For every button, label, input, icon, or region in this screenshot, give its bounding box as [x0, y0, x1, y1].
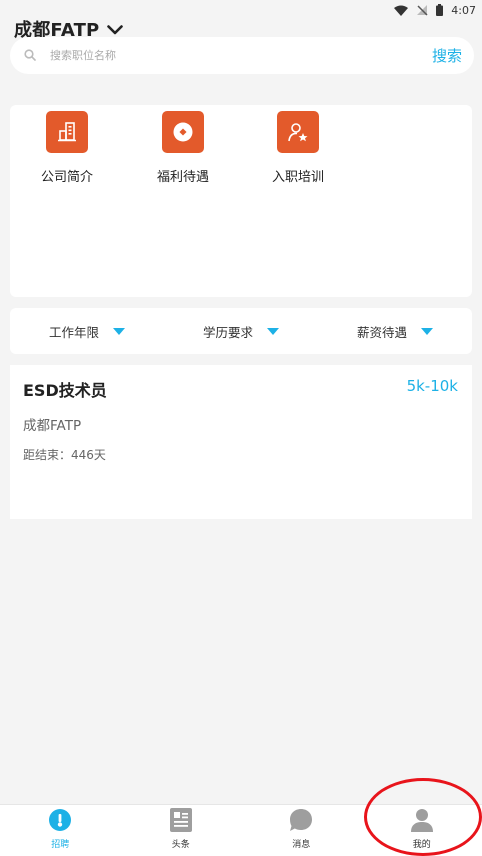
category-label: 入职培训 — [271, 170, 324, 185]
recruit-icon — [49, 808, 72, 832]
category-company-intro[interactable]: 公司简介 — [27, 111, 107, 185]
job-location: 成都FATP — [23, 418, 82, 434]
news-icon — [169, 808, 192, 832]
category-onboarding-training[interactable]: 入职培训 — [258, 111, 338, 185]
filter-bar: 工作年限 学历要求 薪资待遇 — [10, 308, 472, 354]
category-benefits[interactable]: 福利待遇 — [143, 111, 223, 185]
battery-icon — [436, 4, 444, 16]
filter-salary[interactable]: 薪资待遇 — [318, 322, 472, 341]
category-card: 公司简介 福利待遇 入职培训 — [10, 105, 472, 297]
profile-icon — [410, 808, 434, 832]
filter-label: 工作年限 — [48, 324, 99, 340]
job-title: ESD技术员 — [23, 381, 107, 400]
category-label: 公司简介 — [40, 170, 93, 185]
search-icon — [24, 46, 36, 65]
filter-work-experience[interactable]: 工作年限 — [10, 322, 164, 341]
filter-education[interactable]: 学历要求 — [164, 322, 318, 341]
person-star-icon — [277, 111, 319, 153]
coin-icon — [162, 111, 204, 153]
nav-profile[interactable]: 我的 — [362, 805, 482, 856]
search-bar: 搜索 — [10, 37, 474, 74]
nav-news[interactable]: 头条 — [121, 805, 242, 856]
dropdown-triangle-icon — [421, 327, 433, 335]
nav-label: 招聘 — [51, 840, 70, 850]
search-button[interactable]: 搜索 — [432, 45, 462, 66]
building-icon — [46, 111, 88, 153]
chevron-down-icon — [107, 20, 124, 39]
job-salary: 5k-10k — [406, 377, 458, 395]
status-time: 4:07 — [451, 3, 476, 17]
message-icon — [289, 808, 313, 832]
job-card[interactable]: ESD技术员 5k-10k 成都FATP 距结束：446天 — [10, 365, 472, 519]
nav-messages[interactable]: 消息 — [241, 805, 362, 856]
nav-label: 我的 — [412, 840, 431, 850]
dropdown-triangle-icon — [267, 327, 279, 335]
category-label: 福利待遇 — [156, 170, 209, 185]
dropdown-triangle-icon — [113, 327, 125, 335]
nav-label: 消息 — [292, 840, 311, 850]
job-deadline: 距结束：446天 — [23, 448, 106, 462]
filter-label: 薪资待遇 — [356, 324, 407, 340]
nav-recruit[interactable]: 招聘 — [0, 805, 121, 856]
bottom-nav: 招聘 头条 消息 我的 — [0, 804, 482, 856]
wifi-icon — [394, 5, 409, 16]
nav-label: 头条 — [171, 840, 190, 850]
filter-label: 学历要求 — [202, 324, 253, 340]
no-signal-icon — [416, 4, 428, 16]
search-input[interactable] — [50, 49, 432, 62]
